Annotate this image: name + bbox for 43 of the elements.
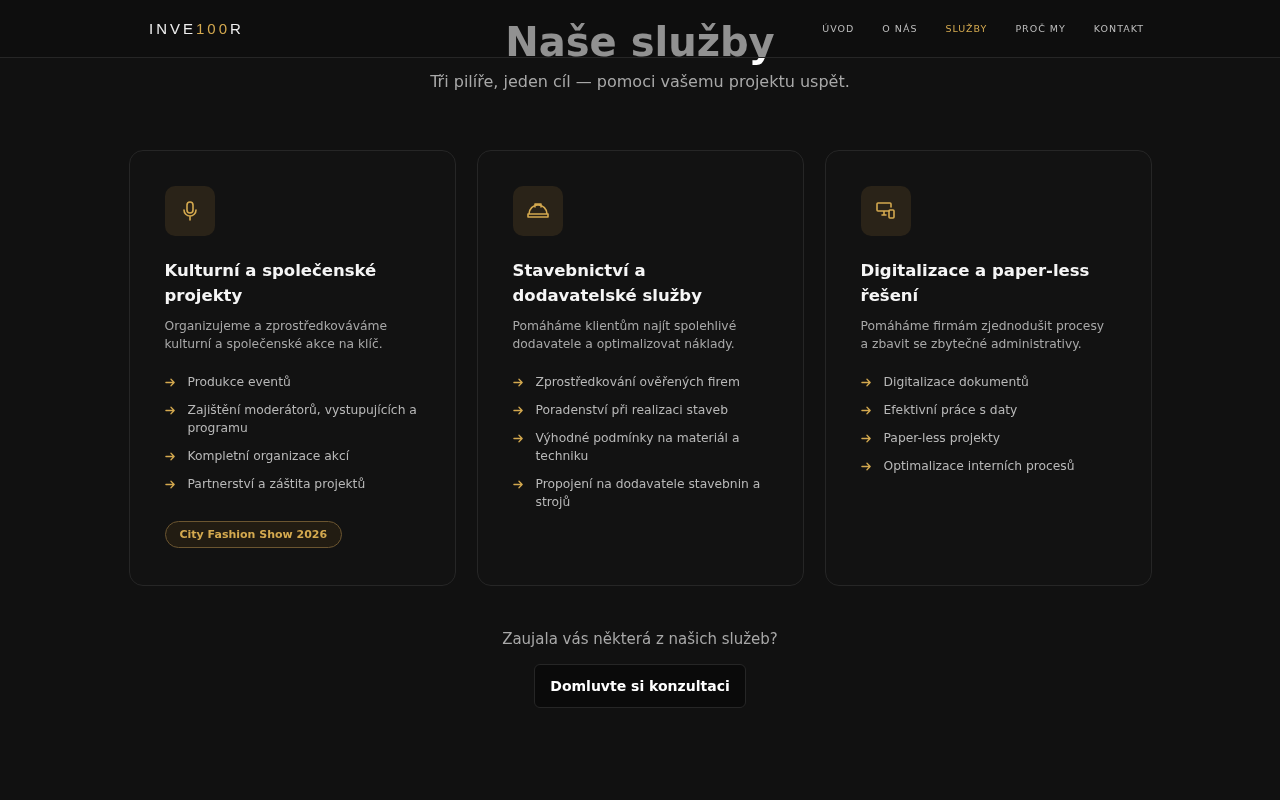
list-item-text: Partnerství a záštita projektů — [187, 476, 366, 493]
logo[interactable]: INVE 100 R — [149, 20, 244, 37]
nav-link[interactable]: O NÁS — [882, 23, 918, 34]
list-item-text: Digitalizace dokumentů — [883, 374, 1029, 391]
nav-link[interactable]: ÚVOD — [822, 23, 855, 34]
consultation-button[interactable]: Domluvte si konzultaci — [534, 664, 746, 708]
list-item-text: Výhodné podmínky na materiál a techniku — [535, 430, 741, 465]
section-subtitle: Tři pilíře, jeden cíl — pomoci vašemu projektu uspět. — [430, 72, 850, 91]
list-item-text: Zprostředkování ověřených firem — [535, 374, 740, 391]
card-description: Pomáháme firmám zjednodušit procesy a zbavit se zbytečné administrativy. — [860, 318, 1106, 353]
list-item-text: Zajištění moderátorů, vystupujících a programu — [187, 402, 418, 437]
list-item-text: Efektivní práce s daty — [883, 402, 1018, 419]
arrow-icon — [164, 451, 176, 462]
arrow-icon — [512, 405, 524, 416]
list-item-text: Optimalizace interních procesů — [883, 458, 1075, 475]
helmet-icon — [525, 201, 550, 221]
section-title: Naše služby — [505, 18, 775, 67]
arrow-icon — [164, 405, 176, 416]
arrow-icon — [512, 433, 524, 444]
list-item-text: Paper-less projekty — [883, 430, 1000, 447]
arrow-icon — [512, 479, 524, 490]
arrow-icon — [512, 377, 524, 388]
cta-question: Zaujala vás některá z našich služeb? — [502, 630, 778, 648]
list-item-text: Produkce eventů — [187, 374, 291, 391]
card-description: Pomáháme klientům najít spolehlivé dodavatele a optimalizovat náklady. — [512, 318, 738, 353]
arrow-icon — [164, 479, 176, 490]
nav-link[interactable]: KONTAKT — [1093, 23, 1144, 34]
arrow-icon — [860, 433, 872, 444]
arrow-icon — [860, 461, 872, 472]
card-title: Kulturní a společenské projekty — [164, 260, 378, 307]
arrow-icon — [860, 377, 872, 388]
card-title: Digitalizace a paper-less řešení — [860, 260, 1091, 307]
nav-link[interactable]: SLUŽBY — [945, 23, 988, 34]
nav-link[interactable]: PROČ MY — [1015, 23, 1066, 34]
card-description: Organizujeme a zprostředkováváme kulturní a společenské akce na klíč. — [164, 318, 389, 353]
devices-icon — [873, 200, 898, 222]
arrow-icon — [860, 405, 872, 416]
list-item-text: Poradenství při realizaci staveb — [535, 402, 728, 419]
tag: City Fashion Show 2026 — [164, 521, 343, 548]
list-item-text: Propojení na dodavatele stavebnin a strojů — [535, 476, 762, 511]
list-item-text: Kompletní organizace akcí — [187, 448, 350, 465]
card-title: Stavebnictví a dodavatelské služby — [512, 260, 703, 307]
arrow-icon — [164, 377, 176, 388]
